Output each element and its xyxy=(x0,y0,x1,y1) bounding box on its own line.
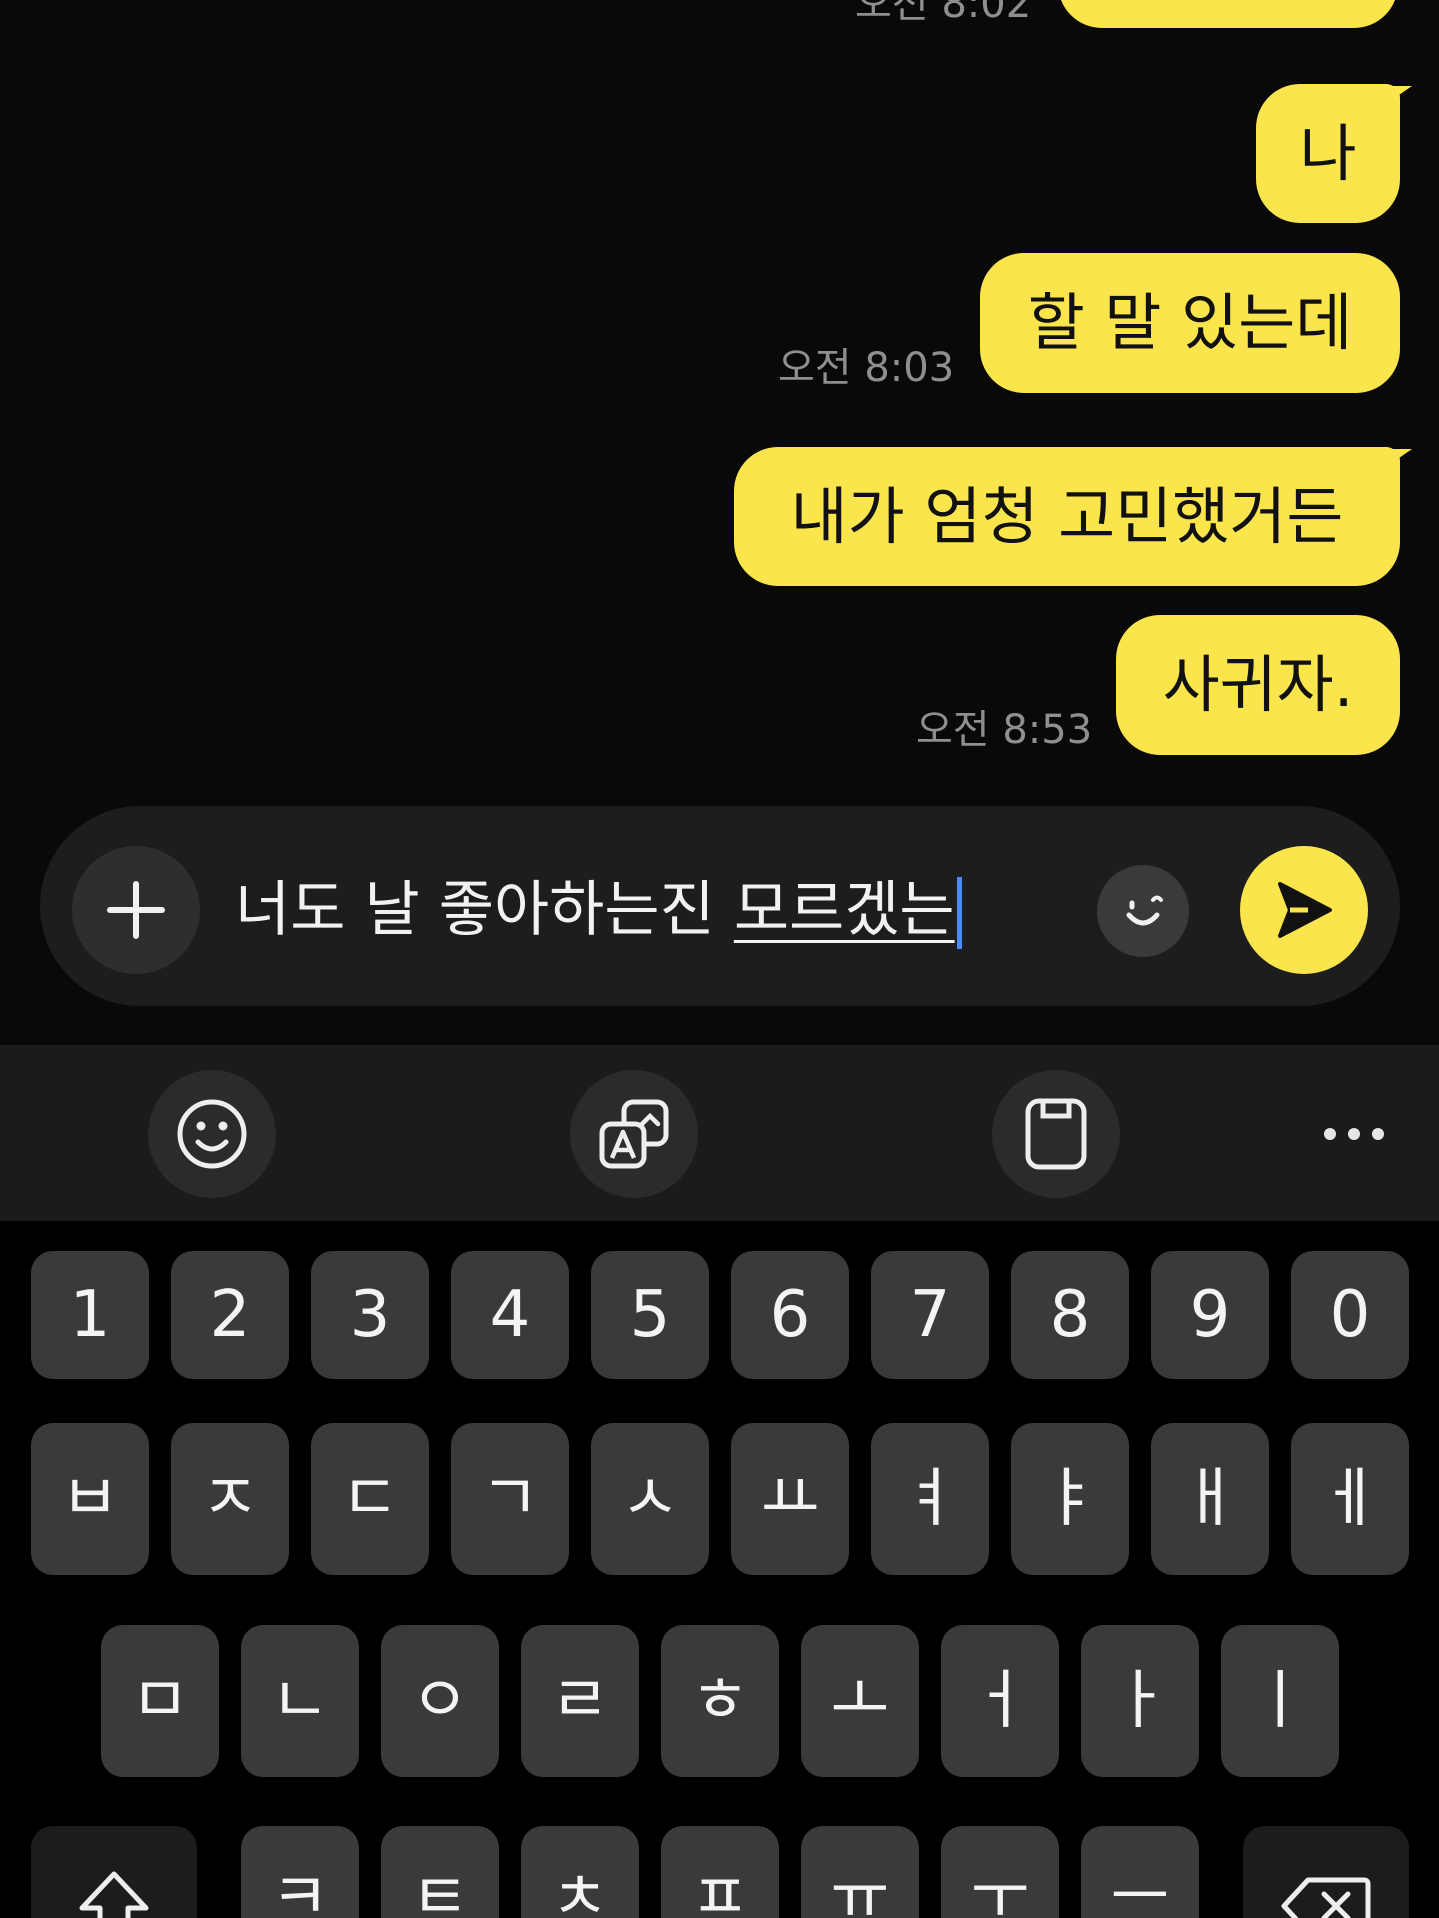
key-ieung[interactable]: ㅇ xyxy=(381,1625,499,1777)
committed-text: 너도 날 좋아하는진 xyxy=(235,875,734,945)
composing-text: 모르겠는 xyxy=(733,875,955,945)
key-3[interactable]: 3 xyxy=(311,1251,429,1379)
chat-area: 오전 8:02 나 오전 8:03 할 말 있는데 내가 엄청 고민했거든 오전… xyxy=(0,0,1439,1045)
key-yu[interactable]: ㅠ xyxy=(801,1826,919,1918)
key-4[interactable]: 4 xyxy=(451,1251,569,1379)
message-bubble[interactable]: 할 말 있는데 xyxy=(980,253,1400,393)
emoticon-button[interactable] xyxy=(1097,865,1189,957)
attach-button[interactable] xyxy=(72,846,200,974)
key-giyeok[interactable]: ㄱ xyxy=(451,1423,569,1575)
key-bieup[interactable]: ㅂ xyxy=(31,1423,149,1575)
key-mieum[interactable]: ㅁ xyxy=(101,1625,219,1777)
key-hieut[interactable]: ㅎ xyxy=(661,1625,779,1777)
key-7[interactable]: 7 xyxy=(871,1251,989,1379)
key-8[interactable]: 8 xyxy=(1011,1251,1129,1379)
message-bubble-partial[interactable] xyxy=(1058,0,1398,28)
key-ae[interactable]: ㅐ xyxy=(1151,1423,1269,1575)
keyboard-toolbar xyxy=(0,1045,1439,1221)
smiley-icon xyxy=(1126,895,1163,926)
message-bubble[interactable]: 나 xyxy=(1256,84,1412,223)
key-2[interactable]: 2 xyxy=(171,1251,289,1379)
key-5[interactable]: 5 xyxy=(591,1251,709,1379)
key-digeut[interactable]: ㄷ xyxy=(311,1423,429,1575)
backspace-key[interactable] xyxy=(1243,1826,1409,1918)
message-text: 나 xyxy=(1299,116,1357,190)
key-e[interactable]: ㅔ xyxy=(1291,1423,1409,1575)
key-pieup[interactable]: ㅍ xyxy=(661,1826,779,1918)
message-timestamp: 오전 8:53 xyxy=(916,707,1093,753)
key-chieut[interactable]: ㅊ xyxy=(521,1826,639,1918)
number-row: 1 2 3 4 5 6 7 8 9 0 xyxy=(0,1251,1439,1379)
key-1[interactable]: 1 xyxy=(31,1251,149,1379)
message-text: 할 말 있는데 xyxy=(1027,286,1353,359)
key-jieut[interactable]: ㅈ xyxy=(171,1423,289,1575)
backspace-icon xyxy=(1281,1877,1371,1918)
key-i[interactable]: ㅣ xyxy=(1221,1625,1339,1777)
letter-row-1: ㅂ ㅈ ㄷ ㄱ ㅅ ㅛ ㅕ ㅑ ㅐ ㅔ xyxy=(0,1423,1439,1575)
letter-row-3: ㅋ ㅌ ㅊ ㅍ ㅠ ㅜ ㅡ xyxy=(0,1826,1439,1918)
text-caret xyxy=(956,877,962,950)
keyboard: 1 2 3 4 5 6 7 8 9 0 ㅂ ㅈ ㄷ ㄱ ㅅ ㅛ ㅕ ㅑ ㅐ ㅔ … xyxy=(0,1221,1439,1918)
shift-arrow-icon xyxy=(79,1871,149,1918)
send-arrow-icon xyxy=(1278,882,1332,938)
key-0[interactable]: 0 xyxy=(1291,1251,1409,1379)
message-text: 사귀자. xyxy=(1162,648,1354,721)
message-bubble[interactable]: 사귀자. xyxy=(1116,615,1400,755)
key-kieuk[interactable]: ㅋ xyxy=(241,1826,359,1918)
key-yo[interactable]: ㅛ xyxy=(731,1423,849,1575)
send-button[interactable] xyxy=(1240,846,1368,974)
message-bubble[interactable]: 내가 엄청 고민했거든 xyxy=(734,447,1412,586)
clipboard-icon xyxy=(1025,1098,1087,1170)
key-siot[interactable]: ㅅ xyxy=(591,1423,709,1575)
key-a[interactable]: ㅏ xyxy=(1081,1625,1199,1777)
message-input[interactable]: 너도 날 좋아하는진 모르겠는 xyxy=(235,862,1075,958)
message-composer: 너도 날 좋아하는진 모르겠는 xyxy=(40,806,1400,1006)
key-o[interactable]: ㅗ xyxy=(801,1625,919,1777)
key-rieul[interactable]: ㄹ xyxy=(521,1625,639,1777)
key-u[interactable]: ㅜ xyxy=(941,1826,1059,1918)
message-timestamp: 오전 8:03 xyxy=(778,345,955,391)
translate-button[interactable] xyxy=(570,1070,698,1198)
key-tieut[interactable]: ㅌ xyxy=(381,1826,499,1918)
more-button[interactable] xyxy=(1290,1090,1418,1178)
key-nieun[interactable]: ㄴ xyxy=(241,1625,359,1777)
more-icon-dot xyxy=(1372,1128,1384,1140)
emoji-icon xyxy=(177,1099,247,1169)
emoji-button[interactable] xyxy=(148,1070,276,1198)
message-timestamp: 오전 8:02 xyxy=(855,0,1032,27)
more-icon-dot xyxy=(1348,1128,1360,1140)
shift-key[interactable] xyxy=(31,1826,197,1918)
key-9[interactable]: 9 xyxy=(1151,1251,1269,1379)
more-icon xyxy=(1324,1128,1336,1140)
translate-icon xyxy=(599,1099,669,1169)
key-6[interactable]: 6 xyxy=(731,1251,849,1379)
key-eu[interactable]: ㅡ xyxy=(1081,1826,1199,1918)
plus-icon xyxy=(107,881,165,939)
key-yeo[interactable]: ㅕ xyxy=(871,1423,989,1575)
key-eo[interactable]: ㅓ xyxy=(941,1625,1059,1777)
letter-row-2: ㅁ ㄴ ㅇ ㄹ ㅎ ㅗ ㅓ ㅏ ㅣ xyxy=(0,1625,1439,1777)
message-text: 내가 엄청 고민했거든 xyxy=(790,479,1344,553)
clipboard-button[interactable] xyxy=(992,1070,1120,1198)
key-ya[interactable]: ㅑ xyxy=(1011,1423,1129,1575)
